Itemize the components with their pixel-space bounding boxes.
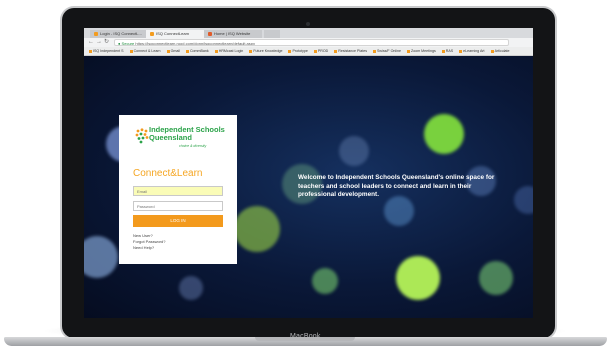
- bookmark-item[interactable]: HRMcast Login: [214, 47, 243, 55]
- favicon-icon: [208, 31, 212, 36]
- bokeh-light: [384, 196, 414, 226]
- reload-icon[interactable]: ↻: [104, 38, 109, 47]
- bookmark-item[interactable]: Prototype: [288, 47, 308, 55]
- bookmark-item[interactable]: Future Knowledge: [249, 47, 282, 55]
- bookmark-item[interactable]: Connect & Learn: [129, 47, 161, 55]
- bookmark-item[interactable]: Resistance Plates: [334, 47, 367, 55]
- bokeh-light: [179, 276, 203, 300]
- bookmark-icon: [214, 49, 218, 53]
- favicon-icon: [94, 31, 98, 36]
- welcome-message: Welcome to Independent Schools Queenslan…: [298, 174, 495, 198]
- bookmark-icon: [407, 49, 410, 53]
- bookmark-icon: [459, 49, 463, 53]
- password-field[interactable]: [133, 201, 223, 211]
- bokeh-light: [312, 268, 338, 294]
- bookmark-icon: [313, 49, 317, 53]
- bokeh-light: [339, 136, 369, 166]
- bookmark-item[interactable]: Swiss/F Online: [373, 47, 401, 55]
- isq-logo: Independent Schools Queensland choice & …: [135, 126, 225, 160]
- bookmark-icon: [185, 49, 189, 53]
- bookmark-item[interactable]: eLearning Art: [459, 47, 485, 55]
- bookmark-icon: [249, 49, 253, 53]
- lock-icon: ●: [118, 41, 121, 46]
- tab-connectlearn[interactable]: ISQ ConnectLearn: [146, 30, 204, 38]
- bookmark-item[interactable]: ISQ Independent S: [89, 47, 124, 55]
- favicon-icon: [150, 31, 154, 36]
- bookmark-icon: [373, 49, 377, 53]
- bookmark-icon: [490, 49, 494, 53]
- url-input[interactable]: ● Secure https://isqconnectlearn.rood.co…: [114, 39, 509, 46]
- bookmark-icon: [334, 49, 338, 53]
- camera-icon: [306, 22, 310, 26]
- forgot-password-link[interactable]: Forgot Password?: [133, 239, 165, 244]
- bookmark-item[interactable]: Gmail: [166, 47, 180, 55]
- bookmark-icon: [441, 49, 445, 53]
- bokeh-light: [479, 261, 513, 295]
- device-label: MacBook: [290, 333, 321, 340]
- bookmark-icon: [166, 49, 170, 53]
- tab-isq-website[interactable]: Home | ISQ Website: [204, 30, 262, 38]
- bokeh-light: [514, 186, 533, 214]
- new-user-link[interactable]: New User?: [133, 233, 153, 238]
- browser-window: Login - ISQ ConnectL... ISQ ConnectLearn…: [84, 28, 533, 318]
- bokeh-light: [234, 206, 280, 252]
- logo-wordmark: Independent Schools Queensland: [149, 125, 225, 142]
- bookmark-item[interactable]: Articulate: [490, 47, 510, 55]
- back-arrow-icon[interactable]: ←: [88, 38, 94, 47]
- address-bar: ← → ↻ ● Secure https://isqconnectlearn.r…: [84, 38, 533, 47]
- app-title: Connect&Learn: [133, 168, 203, 179]
- bookmark-icon: [129, 49, 133, 53]
- secure-label: Secure: [121, 41, 135, 46]
- bookmark-item[interactable]: Zoom Meetings: [407, 47, 436, 55]
- forward-arrow-icon[interactable]: →: [96, 38, 102, 47]
- bookmark-item[interactable]: CommBank: [185, 47, 209, 55]
- new-tab-button[interactable]: [264, 30, 280, 38]
- email-field[interactable]: [133, 186, 223, 196]
- bookmark-icon: [89, 49, 92, 53]
- url-text: https://isqconnectlearn.rood.com/donn/is…: [135, 41, 255, 46]
- logo-mark-icon: [135, 128, 149, 144]
- bookmark-item[interactable]: RAS: [441, 47, 453, 55]
- logo-tagline: choice & diversity: [179, 144, 207, 148]
- tab-login[interactable]: Login - ISQ ConnectL...: [90, 30, 148, 38]
- tab-bar: Login - ISQ ConnectL... ISQ ConnectLearn…: [84, 28, 533, 38]
- login-button[interactable]: LOG IN: [133, 215, 223, 227]
- bookmark-item[interactable]: PROD: [313, 47, 328, 55]
- login-panel: Independent Schools Queensland choice & …: [119, 115, 237, 264]
- bokeh-light: [424, 114, 464, 154]
- bookmarks-bar: ISQ Independent S Connect & Learn Gmail …: [84, 47, 533, 56]
- bokeh-light: [396, 256, 440, 300]
- need-help-link[interactable]: Need Help?: [133, 245, 154, 250]
- bokeh-light: [84, 236, 118, 278]
